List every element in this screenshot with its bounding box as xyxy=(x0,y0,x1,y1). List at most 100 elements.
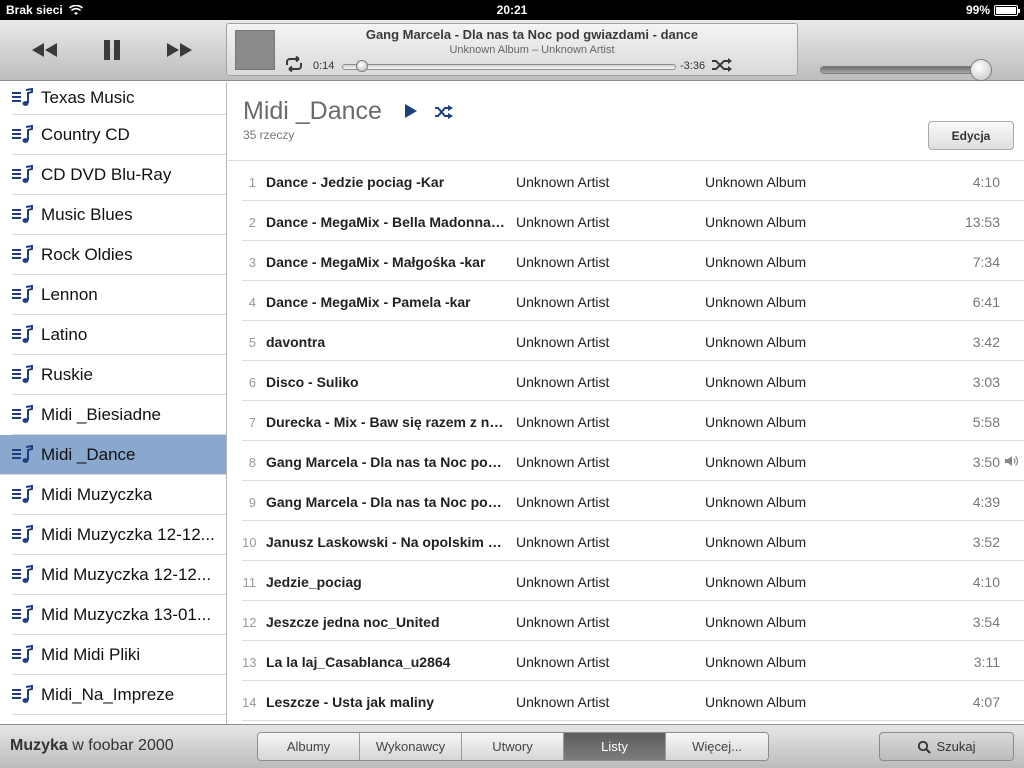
sidebar-playlist-item[interactable]: Mid Muzyczka 12-12... xyxy=(12,555,226,595)
track-artist: Unknown Artist xyxy=(516,534,610,550)
tab-3[interactable]: Utwory xyxy=(462,733,564,760)
track-artist: Unknown Artist xyxy=(516,334,610,350)
track-row[interactable]: 2 Dance - MegaMix - Bella Madonna -kar Unk… xyxy=(242,201,1024,241)
playlist-icon xyxy=(12,644,33,663)
track-artist: Unknown Artist xyxy=(516,254,610,270)
battery-percent: 99% xyxy=(965,3,990,17)
track-number: 2 xyxy=(248,215,256,230)
next-button[interactable] xyxy=(162,36,196,64)
track-row[interactable]: 1 Dance - Jedzie pociag -Kar Unknown Artis… xyxy=(242,161,1024,201)
track-artist: Unknown Artist xyxy=(516,494,610,510)
sidebar-playlist-item[interactable]: Rock Oldies xyxy=(12,235,226,275)
sidebar-playlist-item[interactable]: Texas Music xyxy=(12,82,226,115)
volume-slider[interactable] xyxy=(820,59,992,81)
track-title: Gang Marcela - Dla nas ta Noc pod gwiazd… xyxy=(266,494,506,510)
track-row[interactable]: 14 Leszcze - Usta jak maliny Unknown Artis… xyxy=(242,681,1024,721)
search-button[interactable]: Szukaj xyxy=(879,732,1014,761)
sidebar-playlist-item[interactable]: Midi _Biesiadne xyxy=(12,395,226,435)
track-duration: 4:39 xyxy=(972,494,1000,510)
track-row[interactable]: 12 Jeszcze jedna noc_United Unknown Artist… xyxy=(242,601,1024,641)
progress-track[interactable] xyxy=(342,64,676,70)
search-icon xyxy=(918,740,932,754)
sidebar-item-label: Midi_Na_Impreze xyxy=(41,684,175,704)
track-title: Dance - Jedzie pociag -Kar xyxy=(266,174,445,190)
track-album: Unknown Album xyxy=(705,334,807,350)
track-row[interactable]: 13 La la laj_Casablanca_u2864 Unknown Arti… xyxy=(242,641,1024,681)
track-album: Unknown Album xyxy=(705,294,807,310)
track-row[interactable]: 10 Janusz Laskowski - Na opolskim rynku Un… xyxy=(242,521,1024,561)
sidebar-playlist-item[interactable]: Midi _Dance xyxy=(0,435,226,475)
track-number: 10 xyxy=(242,535,257,550)
sidebar-playlist-item[interactable]: Midi Muzyczka 12-12... xyxy=(12,515,226,555)
sidebar-playlist-item[interactable]: CD DVD Blu-Ray xyxy=(12,155,226,195)
track-duration: 3:11 xyxy=(973,654,1000,670)
playlist-icon xyxy=(12,484,33,503)
track-row[interactable]: 4 Dance - MegaMix - Pamela -kar Unknown Ar… xyxy=(242,281,1024,321)
sidebar-playlist-item[interactable]: Midi_Na_Impreze xyxy=(12,675,226,715)
sidebar-playlist-item[interactable]: Country CD xyxy=(12,115,226,155)
shuffle-icon[interactable] xyxy=(711,57,733,73)
playlist-title: Midi _Dance xyxy=(243,97,382,125)
sidebar-playlist-item[interactable]: Midi Muzyczka xyxy=(12,475,226,515)
track-title: Janusz Laskowski - Na opolskim rynku xyxy=(266,534,506,550)
sidebar-item-label: Latino xyxy=(41,324,88,344)
sidebar-playlist-item[interactable]: Music Blues xyxy=(12,195,226,235)
track-album: Unknown Album xyxy=(705,254,807,270)
battery-icon xyxy=(994,4,1020,16)
album-art xyxy=(235,30,275,70)
previous-button[interactable] xyxy=(28,36,62,64)
track-row[interactable]: 11 Jedzie_pociag Unknown Artist Unknown Alb… xyxy=(242,561,1024,601)
pause-button[interactable] xyxy=(95,36,129,64)
sidebar-item-label: Texas Music xyxy=(41,88,135,107)
track-album: Unknown Album xyxy=(705,534,807,550)
track-row[interactable]: 8 Gang Marcela - Dla nas ta Noc pod gwiaz… xyxy=(242,441,1024,481)
track-duration: 4:10 xyxy=(972,574,1000,590)
progress-knob[interactable] xyxy=(356,60,369,72)
play-icon[interactable] xyxy=(403,103,419,119)
sidebar-item-label: Rock Oldies xyxy=(41,244,133,264)
track-number: 6 xyxy=(248,375,256,390)
track-row[interactable]: 7 Durecka - Mix - Baw się razem z nami Unk… xyxy=(242,401,1024,441)
edit-button[interactable]: Edycja xyxy=(928,121,1014,150)
track-duration: 13:53 xyxy=(964,214,1000,230)
shuffle-playlist-icon[interactable] xyxy=(434,104,454,120)
tab-1[interactable]: Albumy xyxy=(258,733,360,760)
track-title: Gang Marcela - Dla nas ta Noc pod gwiazd… xyxy=(266,454,506,470)
track-album: Unknown Album xyxy=(705,214,807,230)
sidebar-playlist-item[interactable]: Ruskie xyxy=(12,355,226,395)
playlist-icon xyxy=(12,604,33,623)
track-album: Unknown Album xyxy=(705,574,807,590)
track-number: 8 xyxy=(248,455,256,470)
sidebar-item-label: Mid Muzyczka 12-12... xyxy=(41,564,212,584)
status-bar: Brak sieci 20:21 99% xyxy=(0,0,1024,20)
track-artist: Unknown Artist xyxy=(516,294,610,310)
sidebar-playlist-item[interactable]: Mid Muzyczka 13-01... xyxy=(12,595,226,635)
track-row[interactable]: 6 Disco - Suliko Unknown Artist Unknown Alb… xyxy=(242,361,1024,401)
repeat-icon[interactable] xyxy=(283,56,305,72)
track-row[interactable]: 3 Dance - MegaMix - Małgośka -kar Unknown … xyxy=(242,241,1024,281)
tab-4[interactable]: Listy xyxy=(564,733,666,760)
track-duration: 7:34 xyxy=(972,254,1000,270)
fast-forward-icon xyxy=(167,43,192,57)
now-playing-panel: Gang Marcela - Dla nas ta Noc pod gwiazd… xyxy=(226,23,798,76)
track-number: 12 xyxy=(242,615,257,630)
track-artist: Unknown Artist xyxy=(516,614,610,630)
library-source: w foobar 2000 xyxy=(67,737,174,754)
track-row[interactable]: 9 Gang Marcela - Dla nas ta Noc pod gwiaz… xyxy=(242,481,1024,521)
sidebar-playlist-item[interactable]: Lennon xyxy=(12,275,226,315)
tab-5[interactable]: Więcej... xyxy=(666,733,768,760)
track-artist: Unknown Artist xyxy=(516,174,610,190)
sidebar-item-label: Ruskie xyxy=(41,364,93,384)
track-number: 14 xyxy=(242,695,257,710)
elapsed-time: 0:14 xyxy=(313,60,335,72)
volume-knob[interactable] xyxy=(969,59,992,81)
sidebar-playlist-item[interactable]: Mid Midi Pliki xyxy=(12,635,226,675)
playlist-icon xyxy=(12,444,33,463)
pause-icon xyxy=(104,40,120,60)
sidebar-playlist-item[interactable]: Latino xyxy=(12,315,226,355)
track-duration: 3:50 xyxy=(972,454,1000,470)
track-number: 7 xyxy=(248,415,256,430)
track-row[interactable]: 5 davontra Unknown Artist Unknown Album 3:42 xyxy=(242,321,1024,361)
tab-2[interactable]: Wykonawcy xyxy=(360,733,462,760)
track-artist: Unknown Artist xyxy=(516,374,610,390)
